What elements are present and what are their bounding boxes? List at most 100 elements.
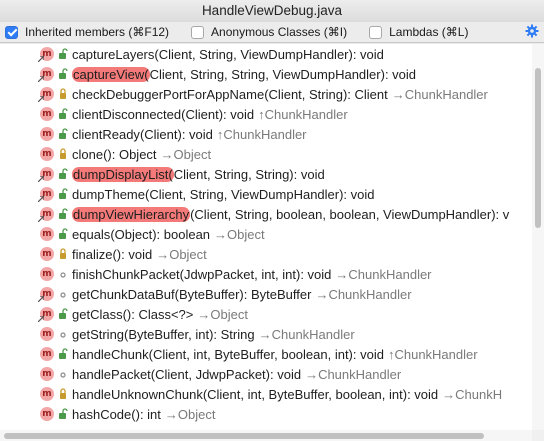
method-icon: m — [40, 247, 54, 261]
anonymous-classes-checkbox[interactable]: Anonymous Classes (⌘I) — [191, 25, 347, 39]
gear-icon[interactable] — [525, 24, 539, 38]
anonymous-classes-label: Anonymous Classes (⌘I) — [211, 25, 348, 39]
member-row[interactable]: m dumpViewHierarchy (Client, String, boole… — [0, 204, 532, 224]
member-icons: m — [0, 204, 72, 224]
member-row[interactable]: m finishChunkPacket (JdwpPacket, int, int)… — [0, 264, 532, 284]
member-name: finishChunkPacket — [72, 266, 180, 282]
method-icon: m — [40, 387, 54, 401]
member-signature: Client, String, String, ViewDumpHandler)… — [149, 66, 417, 82]
package-icon — [58, 328, 68, 340]
public-icon — [58, 128, 68, 140]
method-icon: m — [40, 227, 54, 241]
member-row[interactable]: m getChunkDataBuf (ByteBuffer): ByteBuffer… — [0, 284, 532, 304]
member-signature: (Client, String, boolean, boolean, ViewD… — [190, 206, 510, 222]
inherited-from: →ChunkHandler — [335, 266, 432, 282]
inherited-members-label: Inherited members (⌘F12) — [25, 25, 170, 39]
override-arrow-icon — [38, 316, 44, 322]
public-icon — [58, 68, 68, 80]
override-arrow-icon — [38, 76, 44, 82]
member-icons: m — [0, 344, 72, 364]
lambdas-check-icon[interactable] — [369, 25, 383, 39]
override-arrow-icon — [38, 216, 44, 222]
member-signature: (): Object — [103, 146, 157, 162]
member-signature: Client, String, String): void — [173, 166, 325, 182]
member-icons: m — [0, 364, 72, 384]
member-row[interactable]: m dumpTheme (Client, String, ViewDumpHandl… — [0, 184, 532, 204]
member-row[interactable]: m handlePacket (Client, JdwpPacket): void →… — [0, 364, 532, 384]
search-highlight: dumpDisplayList( — [72, 166, 174, 182]
member-name: hashCode — [72, 406, 132, 422]
inherited-from: →ChunkH — [442, 386, 503, 402]
member-name: clientDisconnected — [72, 106, 182, 122]
window-title: HandleViewDebug.java — [0, 0, 544, 22]
member-signature: (): void — [112, 246, 153, 262]
method-icon: m — [40, 327, 54, 341]
horizontal-scrollbar[interactable] — [0, 430, 532, 441]
inherited-from: →ChunkHandler — [258, 326, 355, 342]
member-icons: m — [0, 164, 72, 184]
protected-icon — [58, 248, 68, 260]
member-row[interactable]: m checkDebuggerPortForAppName (Client, Str… — [0, 84, 532, 104]
protected-icon — [58, 388, 68, 400]
member-signature: (Client, String, ViewDumpHandler): void — [154, 46, 384, 62]
override-arrow-icon — [38, 176, 44, 182]
member-signature: (Client, int, ByteBuffer, boolean, int):… — [148, 346, 384, 362]
inherited-from: →Object — [214, 226, 265, 242]
inherited-from: →ChunkHandler — [391, 86, 488, 102]
member-row[interactable]: m captureView(Client, String, String, Vie… — [0, 64, 532, 84]
public-icon — [58, 308, 68, 320]
member-name: getChunkDataBuf — [72, 286, 175, 302]
method-icon: m — [40, 147, 54, 161]
inherited-members-check-icon[interactable] — [5, 25, 18, 39]
member-row[interactable]: m handleChunk (Client, int, ByteBuffer, bo… — [0, 344, 532, 364]
inherited-from: →Object — [164, 406, 216, 422]
member-row[interactable]: m clone (): Object →Object — [0, 144, 532, 164]
anonymous-classes-check-icon[interactable] — [191, 25, 205, 39]
vertical-scrollbar[interactable] — [532, 44, 544, 430]
search-highlight: dumpViewHierarchy — [72, 206, 191, 222]
lambdas-checkbox[interactable]: Lambdas (⌘L) — [369, 25, 468, 39]
member-signature: (JdwpPacket, int, int): void — [179, 266, 332, 282]
member-name: handleChunk — [72, 346, 149, 362]
vertical-scroll-thumb[interactable] — [535, 68, 541, 228]
inherited-from: ↑ChunkHandler — [216, 126, 307, 142]
public-icon — [58, 168, 68, 180]
method-icon: m — [40, 407, 54, 421]
member-row[interactable]: m clientReady (Client): void ↑ChunkHandler — [0, 124, 532, 144]
member-list[interactable]: m captureLayers (Client, String, ViewDumpH… — [0, 44, 532, 430]
member-row[interactable]: m finalize (): void →Object — [0, 244, 532, 264]
public-icon — [58, 208, 68, 220]
member-signature: (Client, JdwpPacket): void — [150, 366, 302, 382]
package-icon — [58, 268, 68, 280]
member-row[interactable]: m clientDisconnected (Client): void ↑ChunkH… — [0, 104, 532, 124]
protected-icon — [58, 88, 68, 100]
horizontal-scroll-thumb[interactable] — [4, 433, 484, 439]
inherited-from: →Object — [160, 146, 212, 162]
member-row[interactable]: m handleUnknownChunk (Client, int, ByteBuf… — [0, 384, 532, 404]
member-name: handleUnknownChunk — [72, 386, 203, 402]
member-row[interactable]: m captureLayers (Client, String, ViewDumpH… — [0, 44, 532, 64]
public-icon — [58, 408, 68, 420]
member-row[interactable]: m equals (Object): boolean →Object — [0, 224, 532, 244]
member-row[interactable]: m hashCode (): int →Object — [0, 404, 532, 424]
inherited-from: →Object — [156, 246, 207, 262]
package-icon — [58, 288, 68, 300]
member-row[interactable]: m getClass (): Class<?> →Object — [0, 304, 532, 324]
inherited-members-checkbox[interactable]: Inherited members (⌘F12) — [5, 25, 169, 39]
member-signature: (ByteBuffer): ByteBuffer — [174, 286, 312, 302]
package-icon — [58, 368, 68, 380]
member-row[interactable]: m dumpDisplayList(Client, String, String)… — [0, 164, 532, 184]
member-icons: m — [0, 184, 72, 204]
inherited-from: ↑ChunkHandler — [258, 106, 348, 122]
protected-icon — [58, 148, 68, 160]
member-icons: m — [0, 224, 72, 244]
public-icon — [58, 188, 68, 200]
toolbar-divider — [0, 42, 544, 43]
public-icon — [58, 108, 68, 120]
member-icons: m — [0, 244, 72, 264]
inherited-from: →ChunkHandler — [315, 286, 412, 302]
member-name: handlePacket — [72, 366, 151, 382]
filter-options-bar: Inherited members (⌘F12) Anonymous Class… — [0, 22, 544, 42]
member-name: dumpTheme — [72, 186, 145, 202]
member-row[interactable]: m getString (ByteBuffer, int): String →Chun… — [0, 324, 532, 344]
